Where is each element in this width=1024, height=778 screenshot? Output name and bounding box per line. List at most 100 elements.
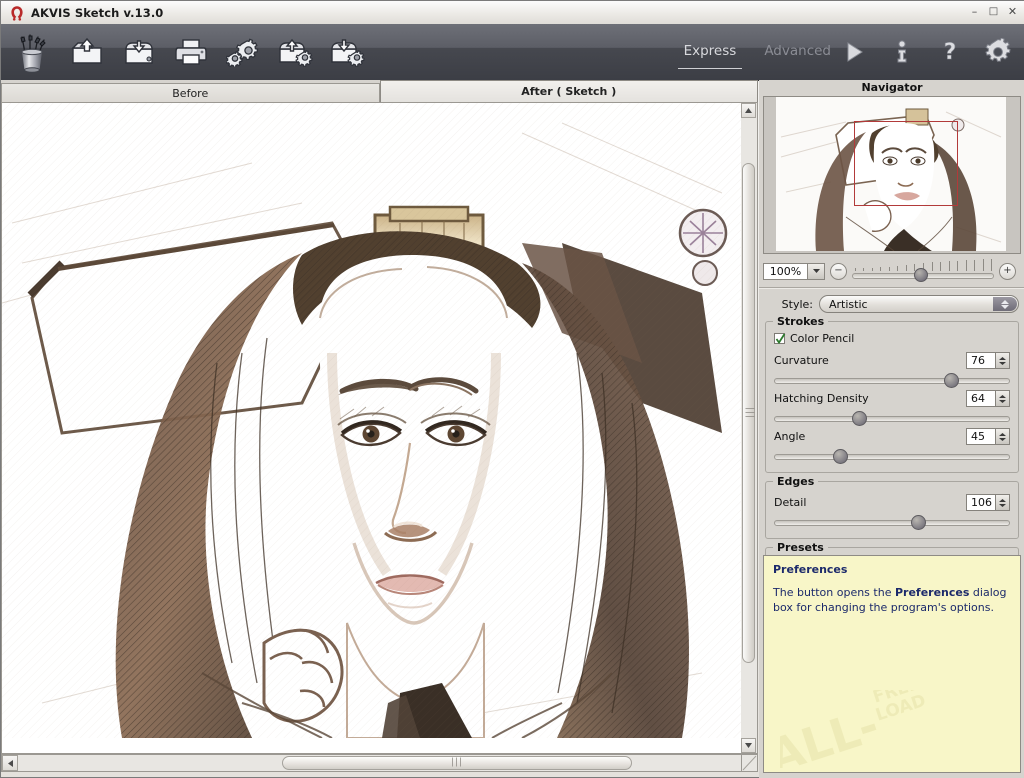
hatching-density-spinner-arrows[interactable] bbox=[995, 391, 1009, 406]
angle-spinner-arrows[interactable] bbox=[995, 429, 1009, 444]
sketch-image bbox=[2, 103, 742, 738]
horseshoe-logo-icon bbox=[6, 4, 28, 22]
minimize-button[interactable]: – bbox=[966, 3, 983, 20]
run-play-icon[interactable] bbox=[835, 32, 873, 72]
image-canvas-area[interactable] bbox=[1, 102, 758, 754]
curvature-slider[interactable] bbox=[774, 372, 1010, 388]
svg-text:?: ? bbox=[944, 40, 957, 65]
canvas-vertical-scrollbar[interactable]: ||| bbox=[741, 102, 758, 754]
param-angle: Angle 45 bbox=[774, 428, 1010, 464]
watermark: ALL- FREE LOAD bbox=[780, 690, 1018, 768]
zoom-slider-handle[interactable] bbox=[914, 268, 928, 282]
save-preset-icon[interactable] bbox=[323, 29, 371, 75]
image-tabs: Before After ( Sketch ) bbox=[1, 80, 758, 102]
strokes-group: Strokes Color Pencil Curvature 76 bbox=[765, 321, 1019, 473]
angle-spinbox[interactable]: 45 bbox=[966, 428, 1010, 445]
svg-text:ALL-: ALL- bbox=[780, 698, 885, 768]
edges-group-title: Edges bbox=[773, 475, 818, 488]
detail-slider-handle[interactable] bbox=[911, 515, 926, 530]
hatching-density-slider[interactable] bbox=[774, 410, 1010, 426]
curvature-value: 76 bbox=[967, 353, 995, 368]
preferences-gear-icon[interactable] bbox=[979, 32, 1017, 72]
edges-group: Edges Detail 106 bbox=[765, 481, 1019, 539]
param-detail: Detail 106 bbox=[774, 494, 1010, 530]
mode-advanced[interactable]: Advanced bbox=[762, 29, 833, 75]
scroll-thumb-grip-h: ||| bbox=[451, 759, 463, 768]
mode-express[interactable]: Express bbox=[682, 29, 739, 75]
style-dropdown[interactable]: Artistic bbox=[819, 295, 1019, 313]
param-hatching-density: Hatching Density 64 bbox=[774, 390, 1010, 426]
hint-text-bold: Preferences bbox=[895, 586, 969, 599]
detail-spinner-arrows[interactable] bbox=[995, 495, 1009, 510]
style-value: Artistic bbox=[820, 298, 868, 311]
tab-after-sketch[interactable]: After ( Sketch ) bbox=[380, 80, 759, 102]
window-controls: – □ ✕ bbox=[966, 3, 1021, 20]
hint-title: Preferences bbox=[773, 563, 1011, 576]
title-bar: AKVIS Sketch v.13.0 – □ ✕ bbox=[1, 1, 1024, 25]
navigator-viewport-rect[interactable] bbox=[854, 121, 958, 206]
panel-divider bbox=[759, 287, 1024, 289]
scroll-left-button[interactable] bbox=[2, 755, 18, 771]
scroll-up-button[interactable] bbox=[741, 103, 756, 118]
strokes-group-title: Strokes bbox=[773, 315, 828, 328]
svg-text:FREE: FREE bbox=[871, 690, 923, 708]
curvature-slider-handle[interactable] bbox=[944, 373, 959, 388]
hint-text-part1: The button opens the bbox=[773, 586, 895, 599]
print-icon[interactable] bbox=[167, 29, 215, 75]
detail-spinbox[interactable]: 106 bbox=[966, 494, 1010, 511]
hatching-density-slider-track bbox=[774, 416, 1010, 422]
hatching-density-label: Hatching Density bbox=[774, 392, 869, 405]
zoom-slider[interactable] bbox=[852, 259, 994, 283]
scroll-thumb-grip: ||| bbox=[744, 407, 753, 419]
zoom-level-combobox[interactable]: 100% bbox=[763, 263, 825, 280]
mode-switch: Express Advanced bbox=[682, 24, 833, 80]
chevron-down-icon[interactable] bbox=[807, 264, 824, 279]
settings-panel: Navigator bbox=[759, 80, 1024, 778]
angle-slider-handle[interactable] bbox=[833, 449, 848, 464]
presets-group-title: Presets bbox=[773, 541, 828, 554]
tab-before[interactable]: Before bbox=[1, 83, 380, 102]
param-curvature: Curvature 76 bbox=[774, 352, 1010, 388]
angle-slider-track bbox=[774, 454, 1010, 460]
navigator-preview[interactable] bbox=[763, 96, 1021, 254]
detail-label: Detail bbox=[774, 496, 806, 509]
detail-slider[interactable] bbox=[774, 514, 1010, 530]
vertical-scroll-thumb[interactable]: ||| bbox=[742, 163, 755, 663]
info-icon[interactable] bbox=[883, 32, 921, 72]
help-question-icon[interactable]: ? bbox=[931, 32, 969, 72]
save-image-icon[interactable] bbox=[115, 29, 163, 75]
canvas-horizontal-scrollbar[interactable]: ||| bbox=[1, 754, 758, 772]
hatching-density-value: 64 bbox=[967, 391, 995, 406]
load-preset-icon[interactable] bbox=[271, 29, 319, 75]
window-title: AKVIS Sketch v.13.0 bbox=[31, 6, 163, 20]
detail-value: 106 bbox=[967, 495, 995, 510]
detail-slider-track bbox=[774, 520, 1010, 526]
zoom-level-value: 100% bbox=[764, 264, 807, 279]
hatching-density-slider-handle[interactable] bbox=[852, 411, 867, 426]
angle-slider[interactable] bbox=[774, 448, 1010, 464]
zoom-out-button[interactable]: − bbox=[830, 263, 847, 280]
maximize-button[interactable]: □ bbox=[985, 3, 1002, 20]
navigator-title: Navigator bbox=[759, 80, 1024, 96]
hatching-density-spinbox[interactable]: 64 bbox=[966, 390, 1010, 407]
scroll-down-button[interactable] bbox=[741, 738, 756, 753]
close-button[interactable]: ✕ bbox=[1004, 3, 1021, 20]
style-label: Style: bbox=[765, 298, 819, 311]
curvature-spinner-arrows[interactable] bbox=[995, 353, 1009, 368]
color-pencil-label: Color Pencil bbox=[790, 332, 854, 345]
angle-label: Angle bbox=[774, 430, 805, 443]
hint-panel: Preferences The button opens the Prefere… bbox=[763, 555, 1021, 773]
zoom-in-button[interactable]: + bbox=[999, 263, 1016, 280]
angle-value: 45 bbox=[967, 429, 995, 444]
main-toolbar: Express Advanced ? bbox=[1, 24, 1024, 81]
run-settings-gears-icon[interactable] bbox=[219, 29, 267, 75]
style-spinner-arrows[interactable] bbox=[993, 297, 1017, 311]
scrollbar-corner bbox=[741, 754, 758, 772]
horizontal-scroll-thumb[interactable]: ||| bbox=[282, 756, 632, 770]
color-pencil-checkbox[interactable]: Color Pencil bbox=[774, 332, 1010, 345]
open-image-icon[interactable] bbox=[63, 29, 111, 75]
curvature-slider-track bbox=[774, 378, 1010, 384]
zoom-controls: 100% − + bbox=[763, 257, 1021, 285]
checkbox-box[interactable] bbox=[774, 333, 785, 344]
curvature-spinbox[interactable]: 76 bbox=[966, 352, 1010, 369]
